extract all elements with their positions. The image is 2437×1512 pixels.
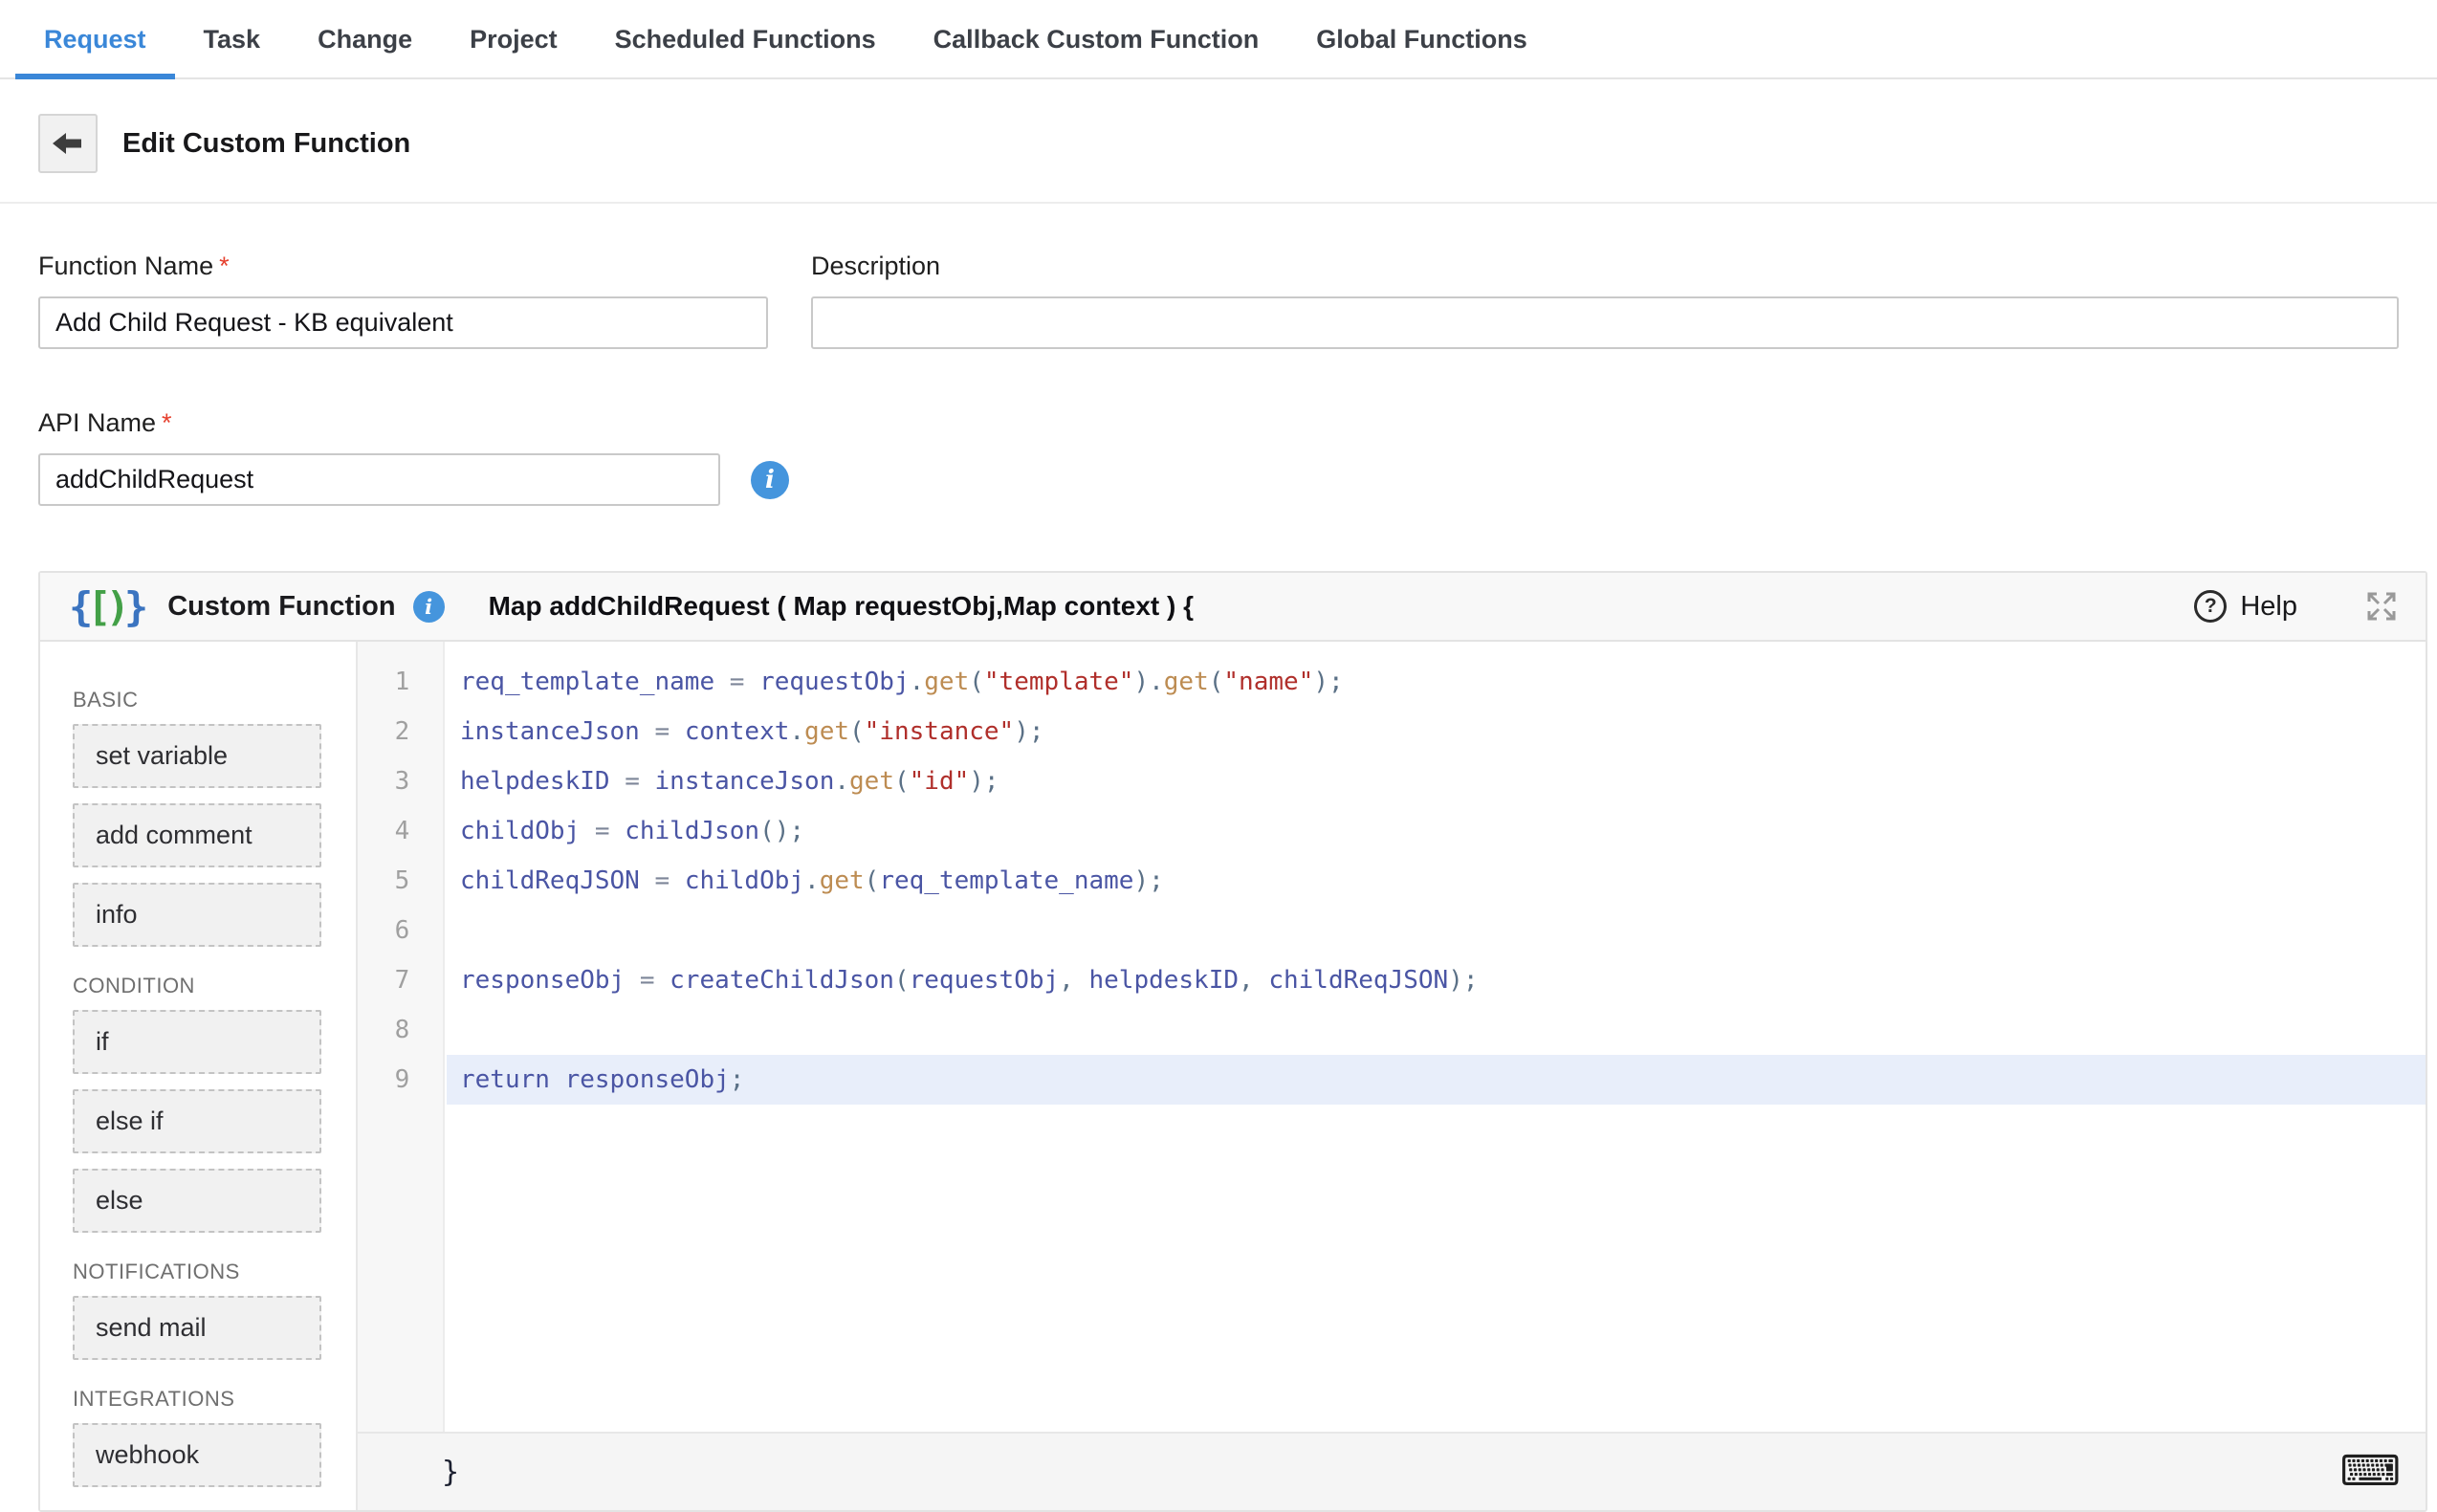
- header-divider: [0, 202, 2437, 204]
- page-title: Edit Custom Function: [122, 128, 410, 160]
- snippet-set-variable[interactable]: set variable: [73, 724, 321, 788]
- custom-function-panel: {[)} Custom Function i Map addChildReque…: [38, 571, 2427, 1512]
- editor-title: Custom Function: [167, 591, 395, 623]
- tab-callback-custom-function[interactable]: Callback Custom Function: [905, 0, 1288, 79]
- closing-brace: }: [442, 1456, 459, 1489]
- code-line-text: [447, 1005, 2426, 1055]
- api-name-label: API Name*: [38, 408, 172, 437]
- sidebar-section-notifications: NOTIFICATIONS: [73, 1260, 321, 1284]
- required-asterisk: *: [162, 408, 172, 437]
- snippet-webhook[interactable]: webhook: [73, 1423, 321, 1487]
- sidebar-section-integrations: INTEGRATIONS: [73, 1387, 321, 1412]
- deluge-script-icon: {[)}: [69, 583, 148, 630]
- code-line-text: instanceJson = context.get("instance");: [447, 707, 2426, 756]
- code-line-text: responseObj = createChildJson(requestObj…: [447, 955, 2426, 1005]
- code-line[interactable]: 6: [358, 906, 2426, 955]
- tab-scheduled-functions[interactable]: Scheduled Functions: [586, 0, 905, 79]
- help-label: Help: [2240, 591, 2297, 623]
- code-lines: 1req_template_name = requestObj.get("tem…: [358, 657, 2426, 1105]
- code-line-text: [447, 906, 2426, 955]
- code-line[interactable]: 1req_template_name = requestObj.get("tem…: [358, 657, 2426, 707]
- editor-header: {[)} Custom Function i Map addChildReque…: [40, 573, 2426, 642]
- code-line-text: childObj = childJson();: [447, 806, 2426, 856]
- snippet-send-mail[interactable]: send mail: [73, 1296, 321, 1360]
- tab-task[interactable]: Task: [175, 0, 290, 79]
- snippet-info[interactable]: info: [73, 883, 321, 947]
- page-header: Edit Custom Function: [38, 114, 2437, 173]
- function-name-label: Function Name*: [38, 252, 230, 280]
- sidebar-section-condition: CONDITION: [73, 974, 321, 998]
- editor-info-icon[interactable]: i: [413, 591, 445, 623]
- line-number: 8: [358, 1005, 447, 1055]
- api-info-icon[interactable]: i: [751, 461, 789, 499]
- code-line-text: helpdeskID = instanceJson.get("id");: [447, 756, 2426, 806]
- line-number: 7: [358, 955, 447, 1005]
- snippet-sidebar: BASIC set variable add comment info CONDITIO…: [40, 642, 358, 1510]
- back-button[interactable]: [38, 114, 98, 173]
- tab-bar: RequestTaskChangeProjectScheduled Functi…: [0, 0, 2437, 79]
- expand-button[interactable]: [2364, 589, 2399, 624]
- line-number: 2: [358, 707, 447, 756]
- code-line-text: return responseObj;: [447, 1055, 2426, 1105]
- code-line-text: childReqJSON = childObj.get(req_template…: [447, 856, 2426, 906]
- line-number: 4: [358, 806, 447, 856]
- line-number: 1: [358, 657, 447, 707]
- line-number: 5: [358, 856, 447, 906]
- function-signature: Map addChildRequest ( Map requestObj,Map…: [489, 591, 1194, 622]
- required-asterisk: *: [219, 252, 230, 280]
- api-name-input[interactable]: [38, 453, 720, 506]
- tab-project[interactable]: Project: [441, 0, 586, 79]
- snippet-else[interactable]: else: [73, 1169, 321, 1233]
- keyboard-shortcuts-icon[interactable]: ⌨: [2339, 1451, 2401, 1493]
- code-editor[interactable]: 1req_template_name = requestObj.get("tem…: [358, 642, 2426, 1432]
- fullscreen-icon: [2364, 589, 2399, 624]
- code-line[interactable]: 5childReqJSON = childObj.get(req_templat…: [358, 856, 2426, 906]
- code-line[interactable]: 3helpdeskID = instanceJson.get("id");: [358, 756, 2426, 806]
- snippet-add-comment[interactable]: add comment: [73, 803, 321, 867]
- tab-global-functions[interactable]: Global Functions: [1287, 0, 1556, 79]
- back-arrow-icon: [53, 131, 83, 156]
- code-line[interactable]: 9return responseObj;: [358, 1055, 2426, 1105]
- help-button[interactable]: ? Help: [2194, 590, 2297, 623]
- tab-change[interactable]: Change: [289, 0, 441, 79]
- code-line[interactable]: 4childObj = childJson();: [358, 806, 2426, 856]
- help-icon: ?: [2194, 590, 2227, 623]
- line-number: 9: [358, 1055, 447, 1105]
- description-label: Description: [811, 252, 940, 280]
- line-number: 3: [358, 756, 447, 806]
- function-name-input[interactable]: [38, 296, 768, 349]
- snippet-if[interactable]: if: [73, 1010, 321, 1074]
- line-number: 6: [358, 906, 447, 955]
- description-input[interactable]: [811, 296, 2399, 349]
- tab-request[interactable]: Request: [15, 0, 175, 79]
- code-line[interactable]: 2instanceJson = context.get("instance");: [358, 707, 2426, 756]
- code-line-text: req_template_name = requestObj.get("temp…: [447, 657, 2426, 707]
- code-line[interactable]: 8: [358, 1005, 2426, 1055]
- sidebar-section-basic: BASIC: [73, 688, 321, 712]
- function-form: Function Name* Description API Name* i: [38, 252, 2399, 506]
- code-line[interactable]: 7responseObj = createChildJson(requestOb…: [358, 955, 2426, 1005]
- editor-footer: } ⌨: [358, 1432, 2426, 1510]
- snippet-else-if[interactable]: else if: [73, 1089, 321, 1153]
